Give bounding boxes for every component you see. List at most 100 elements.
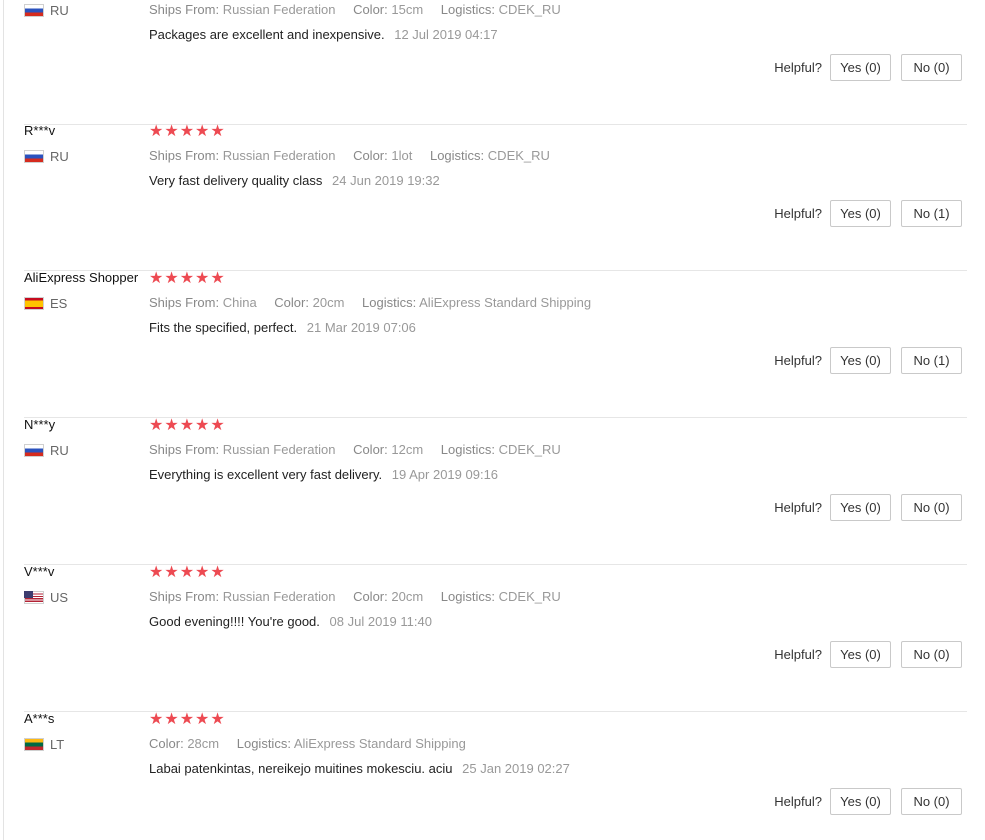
review-item: R***v RU ★★★★★ Ships From: Russian Feder…	[24, 123, 967, 271]
reviewer-country: LT	[24, 737, 64, 752]
order-info: Color: 28cm Logistics: AliExpress Standa…	[149, 736, 480, 751]
order-info: Ships From: Russian Federation Color: 15…	[149, 2, 575, 17]
ships-from-value: Russian Federation	[222, 148, 336, 163]
country-code: RU	[50, 3, 69, 18]
helpful-yes-button[interactable]: Yes (0)	[830, 788, 891, 815]
ships-from-value: China	[222, 295, 257, 310]
review-text: Labai patenkintas, nereikejo muitines mo…	[149, 761, 453, 776]
color-label: Color:	[353, 589, 388, 604]
helpful-controls: Helpful? Yes (0) No (0)	[774, 494, 962, 521]
review-feed: RU ★★★★★ Ships From: Russian Federation …	[0, 0, 985, 840]
helpful-controls: Helpful? Yes (0) No (0)	[774, 641, 962, 668]
review-date: 24 Jun 2019 19:32	[332, 173, 440, 188]
star-rating: ★★★★★	[149, 711, 226, 728]
logistics-label: Logistics:	[362, 295, 417, 310]
helpful-controls: Helpful? Yes (0) No (1)	[774, 200, 962, 227]
logistics-value: AliExpress Standard Shipping	[293, 736, 466, 751]
reviewer-country: RU	[24, 3, 69, 18]
reviewer-name: V***v	[24, 564, 55, 579]
ships-from-value: Russian Federation	[222, 589, 336, 604]
review-text: Everything is excellent very fast delive…	[149, 467, 383, 482]
logistics-value: CDEK_RU	[498, 2, 561, 17]
helpful-yes-button[interactable]: Yes (0)	[830, 494, 891, 521]
review-text-row: Labai patenkintas, nereikejo muitines mo…	[149, 761, 570, 776]
reviewer-country: US	[24, 590, 68, 605]
review-item: N***y RU ★★★★★ Ships From: Russian Feder…	[24, 417, 967, 565]
review-date: 08 Jul 2019 11:40	[329, 614, 432, 629]
color-value: 12cm	[391, 442, 424, 457]
helpful-no-button[interactable]: No (1)	[901, 347, 962, 374]
helpful-label: Helpful?	[774, 647, 822, 662]
review-item: RU ★★★★★ Ships From: Russian Federation …	[24, 0, 967, 125]
review-date: 12 Jul 2019 04:17	[394, 27, 498, 42]
helpful-no-button[interactable]: No (0)	[901, 54, 962, 81]
review-item: AliExpress Shopper ES ★★★★★ Ships From: …	[24, 270, 967, 418]
helpful-label: Helpful?	[774, 353, 822, 368]
helpful-yes-button[interactable]: Yes (0)	[830, 347, 891, 374]
logistics-label: Logistics:	[236, 736, 291, 751]
helpful-label: Helpful?	[774, 206, 822, 221]
reviewer-name: AliExpress Shopper	[24, 270, 139, 285]
usa-flag-icon	[24, 591, 44, 604]
logistics-label: Logistics:	[440, 589, 495, 604]
star-rating: ★★★★★	[149, 270, 226, 287]
order-info: Ships From: Russian Federation Color: 1l…	[149, 148, 564, 163]
color-label: Color:	[274, 295, 309, 310]
star-rating: ★★★★★	[149, 564, 226, 581]
color-value: 1lot	[391, 148, 413, 163]
ships-from-label: Ships From:	[149, 442, 220, 457]
helpful-label: Helpful?	[774, 60, 822, 75]
ships-from-value: Russian Federation	[222, 442, 336, 457]
logistics-value: CDEK_RU	[498, 589, 561, 604]
ships-from-label: Ships From:	[149, 295, 220, 310]
helpful-label: Helpful?	[774, 500, 822, 515]
helpful-label: Helpful?	[774, 794, 822, 809]
spain-flag-icon	[24, 297, 44, 310]
country-code: LT	[50, 737, 65, 752]
order-info: Ships From: China Color: 20cm Logistics:…	[149, 295, 605, 310]
color-value: 20cm	[312, 295, 345, 310]
review-date: 21 Mar 2019 07:06	[306, 320, 416, 335]
country-code: RU	[50, 149, 69, 164]
color-label: Color:	[149, 736, 184, 751]
ships-from-label: Ships From:	[149, 589, 220, 604]
review-text-row: Everything is excellent very fast delive…	[149, 467, 498, 482]
helpful-no-button[interactable]: No (0)	[901, 494, 962, 521]
review-text: Good evening!!!! You're good.	[149, 614, 320, 629]
ships-from-value: Russian Federation	[222, 2, 336, 17]
review-text-row: Good evening!!!! You're good. 08 Jul 201…	[149, 614, 432, 629]
helpful-no-button[interactable]: No (0)	[901, 788, 962, 815]
star-rating: ★★★★★	[149, 417, 226, 434]
reviewer-name: R***v	[24, 123, 56, 138]
logistics-label: Logistics:	[440, 442, 495, 457]
lithuania-flag-icon	[24, 738, 44, 751]
color-label: Color:	[353, 2, 388, 17]
star-rating: ★★★★★	[149, 123, 226, 140]
ships-from-label: Ships From:	[149, 2, 220, 17]
review-date: 19 Apr 2019 09:16	[391, 467, 499, 482]
logistics-label: Logistics:	[429, 148, 485, 163]
color-value: 20cm	[391, 589, 424, 604]
review-item: V***v US ★★★★★ Ships From: Russian Feder…	[24, 564, 967, 712]
order-info: Ships From: Russian Federation Color: 12…	[149, 442, 575, 457]
russia-flag-icon	[24, 150, 44, 163]
review-text-row: Very fast delivery quality class 24 Jun …	[149, 173, 440, 188]
color-label: Color:	[353, 148, 388, 163]
reviewer-name: A***s	[24, 711, 55, 726]
russia-flag-icon	[24, 4, 44, 17]
review-text: Fits the specified, perfect.	[149, 320, 298, 335]
reviewer-country: ES	[24, 296, 67, 311]
country-code: RU	[50, 443, 69, 458]
helpful-no-button[interactable]: No (0)	[901, 641, 962, 668]
helpful-yes-button[interactable]: Yes (0)	[830, 641, 891, 668]
review-text: Very fast delivery quality class	[149, 173, 323, 188]
helpful-no-button[interactable]: No (1)	[901, 200, 962, 227]
logistics-label: Logistics:	[440, 2, 495, 17]
review-item: A***s LT ★★★★★ Color: 28cm Logistics: Al…	[24, 711, 967, 840]
helpful-yes-button[interactable]: Yes (0)	[830, 200, 891, 227]
review-text-row: Packages are excellent and inexpensive. …	[149, 27, 498, 42]
russia-flag-icon	[24, 444, 44, 457]
review-text-row: Fits the specified, perfect. 21 Mar 2019…	[149, 320, 416, 335]
country-code: US	[50, 590, 69, 605]
helpful-yes-button[interactable]: Yes (0)	[830, 54, 891, 81]
